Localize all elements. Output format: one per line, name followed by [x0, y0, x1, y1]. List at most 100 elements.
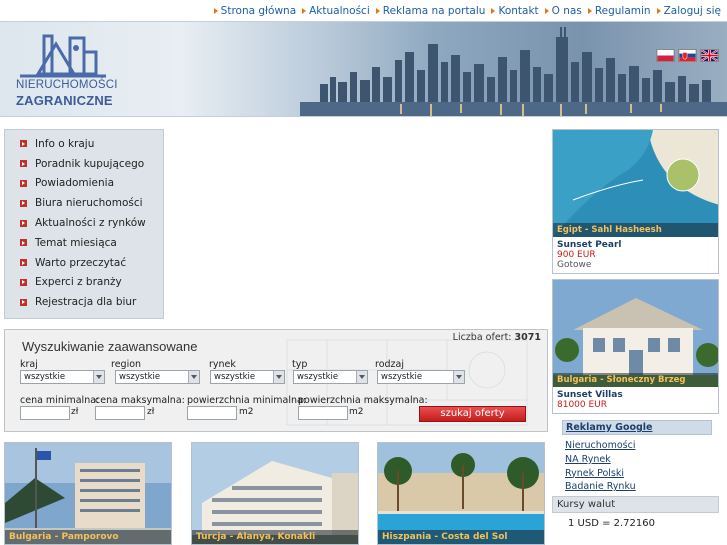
search-button[interactable]: szukaj oferty: [419, 406, 526, 422]
chevron-down-icon: [273, 371, 284, 383]
offer-price: 900 EUR: [557, 250, 596, 260]
select-country[interactable]: wszystkie: [20, 370, 105, 384]
offer-price: 81000 EUR: [557, 400, 608, 410]
unit-area: m2: [239, 407, 254, 417]
label-area-min: powierzchnia minimalna:: [187, 395, 307, 406]
select-region[interactable]: wszystkie: [115, 370, 200, 384]
bullet-icon: [20, 179, 27, 187]
bullet-icon: [20, 278, 27, 286]
select-kind[interactable]: wszystkie: [377, 370, 465, 384]
header-banner: NIERUCHOMOŚCI ZAGRANICZNE: [0, 21, 727, 117]
offer-caption: Bulgaria - Słoneczny Brzeg: [553, 373, 718, 387]
tile-caption: Bulgaria - Pamporovo: [5, 530, 171, 544]
logo-text-line1: NIERUCHOMOŚCI: [16, 79, 118, 91]
bullet-icon: [20, 259, 27, 267]
bullet-icon: [20, 219, 27, 227]
menu-item-agencies[interactable]: Biura nieruchomości: [5, 193, 163, 213]
input-price-max[interactable]: [95, 406, 145, 420]
offer-name: Sunset Pearl: [557, 240, 622, 250]
arrow-icon: [491, 8, 496, 14]
offer-image: Bulgaria - Słoneczny Brzeg: [553, 280, 718, 387]
nav-link-contact[interactable]: Kontakt: [487, 5, 540, 17]
arrow-icon: [656, 8, 661, 14]
arrow-icon: [213, 8, 218, 14]
chevron-down-icon: [188, 371, 199, 383]
bullet-icon: [20, 239, 27, 247]
left-menu: Info o kraju Poradnik kupującego Powiado…: [4, 129, 164, 319]
photo-tile-turkey[interactable]: Turcja - Alanya, Konakli: [191, 442, 359, 545]
unit-currency: zł: [147, 407, 155, 417]
arrow-icon: [544, 8, 549, 14]
offer-info: Sunset Villas 81000 EUR: [553, 387, 718, 413]
city-skyline-image: [300, 27, 727, 116]
menu-item-buyer-guide[interactable]: Poradnik kupującego: [5, 154, 163, 174]
advanced-search-panel: Wyszukiwanie zaawansowane Liczba ofert: …: [4, 329, 548, 432]
menu-item-agency-registration[interactable]: Rejestracja dla biur: [5, 292, 163, 312]
bullet-icon: [20, 298, 27, 306]
sk-flag-icon[interactable]: [678, 49, 697, 62]
label-price-min: cena minimalna:: [20, 395, 100, 406]
nav-link-login[interactable]: Zaloguj się: [653, 5, 723, 17]
chevron-down-icon: [453, 371, 464, 383]
ad-link[interactable]: Nieruchomości: [565, 439, 712, 453]
menu-item-notifications[interactable]: Powiadomienia: [5, 174, 163, 194]
top-navigation: Strona główna Aktualności Reklama na por…: [210, 3, 723, 19]
ad-link[interactable]: NA Rynek: [565, 453, 712, 467]
logo-text-line2: ZAGRANICZNE: [16, 93, 113, 108]
chevron-down-icon: [356, 371, 367, 383]
nav-link-news[interactable]: Aktualności: [298, 5, 372, 17]
offer-status: Gotowe: [557, 260, 592, 270]
bullet-icon: [20, 199, 27, 207]
input-area-min[interactable]: [187, 406, 237, 420]
unit-area: m2: [349, 407, 364, 417]
offer-card-bulgaria[interactable]: Bulgaria - Słoneczny Brzeg Sunset Villas…: [552, 279, 719, 414]
ad-link[interactable]: Badanie Rynku: [565, 480, 712, 494]
select-market[interactable]: wszystkie: [210, 370, 285, 384]
pl-flag-icon[interactable]: [656, 49, 675, 62]
unit-currency: zł: [71, 407, 79, 417]
photo-tile-bulgaria[interactable]: Bulgaria - Pamporovo: [4, 442, 172, 545]
arrow-icon: [302, 8, 307, 14]
menu-item-market-news[interactable]: Aktualności z rynków: [5, 213, 163, 233]
arrow-icon: [587, 8, 592, 14]
photo-tile-spain[interactable]: Hiszpania - Costa del Sol: [377, 442, 545, 545]
language-flags: [656, 49, 719, 62]
uk-flag-icon[interactable]: [700, 49, 719, 62]
coast-map-image: [553, 130, 718, 237]
nav-link-advertising[interactable]: Reklama na portalu: [372, 5, 488, 17]
arrow-icon: [375, 8, 380, 14]
menu-item-worth-reading[interactable]: Warto przeczytać: [5, 253, 163, 273]
ad-link[interactable]: Rynek Polski: [565, 467, 712, 481]
villa-photo: [553, 280, 718, 387]
rates-title: Kursy walut: [552, 496, 719, 513]
rate-row: 1 USD = 2.72160: [568, 518, 655, 529]
offer-card-egypt[interactable]: Egipt - Sahl Hasheesh Sunset Pearl 900 E…: [552, 129, 719, 274]
currency-rates: Kursy walut 1 USD = 2.72160: [552, 496, 719, 545]
google-ads-title[interactable]: Reklamy Google: [562, 420, 712, 435]
menu-item-experts[interactable]: Experci z branży: [5, 273, 163, 293]
nav-link-home[interactable]: Strona główna: [210, 5, 298, 17]
chevron-down-icon: [93, 371, 104, 383]
label-type: typ: [292, 359, 308, 370]
offer-image: Egipt - Sahl Hasheesh: [553, 130, 718, 237]
google-ads: Reklamy Google Nieruchomości NA Rynek Ry…: [562, 420, 712, 494]
nav-link-terms[interactable]: Regulamin: [584, 5, 653, 17]
tile-caption: Hiszpania - Costa del Sol: [378, 530, 544, 544]
label-area-max: powierzchnia maksymalna:: [298, 395, 428, 406]
offer-name: Sunset Villas: [557, 390, 623, 400]
label-region: region: [111, 359, 142, 370]
offer-info: Sunset Pearl 900 EUR Gotowe: [553, 237, 718, 273]
offer-caption: Egipt - Sahl Hasheesh: [553, 223, 718, 237]
bullet-icon: [20, 160, 27, 168]
label-country: kraj: [20, 359, 38, 370]
menu-item-topic-of-month[interactable]: Temat miesiąca: [5, 233, 163, 253]
select-type[interactable]: wszystkie: [293, 370, 368, 384]
search-title: Wyszukiwanie zaawansowane: [22, 339, 198, 354]
label-market: rynek: [209, 359, 236, 370]
nav-link-about[interactable]: O nas: [541, 5, 584, 17]
input-area-max[interactable]: [298, 406, 348, 420]
input-price-min[interactable]: [20, 406, 70, 420]
offers-count: Liczba ofert: 3071: [452, 332, 541, 343]
menu-item-country-info[interactable]: Info o kraju: [5, 134, 163, 154]
tile-caption: Turcja - Alanya, Konakli: [192, 530, 358, 544]
